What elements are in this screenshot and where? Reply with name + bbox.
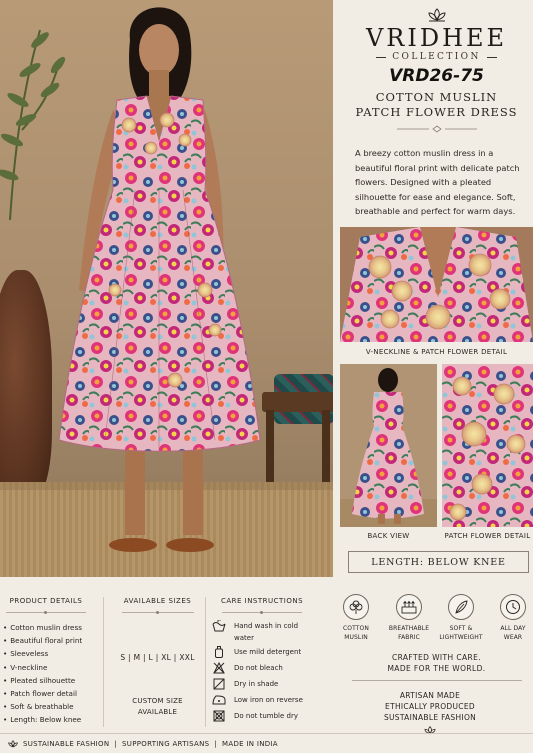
detail-item: Length: Below knee — [3, 713, 82, 726]
feather-icon — [448, 594, 474, 620]
feature-cotton: COTTON MUSLIN — [333, 594, 379, 642]
back-view-thumbnail[interactable] — [340, 364, 437, 527]
care-item: Use mild detergent — [212, 646, 314, 662]
clock-icon — [500, 594, 526, 620]
crafted-tagline: CRAFTED WITH CARE. MADE FOR THE WORLD. — [387, 653, 486, 673]
custom-size-note: CUSTOM SIZE AVAILABLE — [132, 697, 183, 716]
detail-item: Cotton muslin dress — [3, 621, 82, 634]
mild-detergent-icon — [212, 646, 226, 658]
brand-header: VRIDHEE COLLECTION VRD26-75 COTTON MUSLI… — [340, 8, 533, 133]
product-title: COTTON MUSLIN PATCH FLOWER DRESS — [355, 90, 518, 119]
footer-sustainable: SUSTAINABLE FASHION — [23, 739, 110, 748]
patch-flower-thumbnail[interactable] — [442, 364, 533, 527]
back-view-caption: BACK VIEW — [367, 532, 410, 540]
brand-subtitle: COLLECTION — [340, 52, 533, 62]
no-tumble-dry-icon — [212, 710, 226, 722]
back-view-image — [340, 364, 437, 527]
neckline-caption: V-NECKLINE & PATCH FLOWER DETAIL — [365, 348, 508, 356]
clay-vase — [0, 270, 52, 500]
hero-photo — [0, 0, 333, 577]
dry-in-shade-icon — [212, 678, 226, 690]
care-instructions-title: CARE INSTRUCTIONS — [220, 597, 304, 605]
care-item: Dry in shade — [212, 678, 314, 694]
patch-flower-image — [442, 364, 533, 527]
low-iron-icon — [212, 694, 226, 706]
no-bleach-icon — [212, 662, 226, 674]
lotus-logo-icon — [427, 8, 446, 22]
length-badge: LENGTH: BELOW KNEE — [348, 551, 529, 573]
care-item: Do not tumble dry — [212, 710, 314, 726]
detail-item: Pleated silhouette — [3, 674, 82, 687]
detail-item: Soft & breathable — [3, 700, 82, 713]
feature-breathable: BREATHABLE FABRIC — [386, 594, 432, 642]
product-sku: VRD26-75 — [389, 66, 484, 86]
feature-soft: SOFT & LIGHTWEIGHT — [438, 594, 484, 642]
product-details-list: Cotton muslin dress Beautiful floral pri… — [3, 621, 82, 727]
artisan-tagline: ARTISAN MADE ETHICALLY PRODUCED SUSTAINA… — [383, 691, 477, 722]
breathable-icon — [396, 594, 422, 620]
lotus-footer-icon — [8, 739, 18, 747]
neckline-thumbnail[interactable] — [340, 227, 533, 342]
care-item: Do not bleach — [212, 662, 314, 678]
footer-artisans: SUPPORTING ARTISANS — [122, 739, 210, 748]
model-figure — [58, 7, 261, 552]
care-list: Hand wash in cold water Use mild deterge… — [212, 620, 314, 726]
cotton-icon — [343, 594, 369, 620]
detail-item: Sleeveless — [3, 647, 82, 660]
detail-item: Beautiful floral print — [3, 634, 82, 647]
ornament-divider-icon — [396, 125, 477, 133]
footer-made-in-india: MADE IN INDIA — [222, 739, 278, 748]
brand-name: VRIDHEE — [365, 24, 508, 52]
care-item: Low iron on reverse — [212, 694, 314, 710]
detail-item: Patch flower detail — [3, 687, 82, 700]
patch-flower-caption: PATCH FLOWER DETAIL — [444, 532, 531, 540]
hand-wash-icon — [212, 620, 226, 632]
neckline-image — [340, 227, 533, 342]
product-description: A breezy cotton muslin dress in a beauti… — [355, 148, 520, 216]
footer-bar: SUSTAINABLE FASHION | SUPPORTING ARTISAN… — [0, 733, 533, 753]
product-details-title: PRODUCT DETAILS — [9, 597, 83, 605]
available-sizes-title: AVAILABLE SIZES — [123, 597, 192, 605]
feature-all-day: ALL DAY WEAR — [490, 594, 533, 642]
care-item: Hand wash in cold water — [212, 620, 314, 646]
size-list: S | M | L | XL | XXL — [120, 653, 195, 662]
detail-item: V-neckline — [3, 661, 82, 674]
